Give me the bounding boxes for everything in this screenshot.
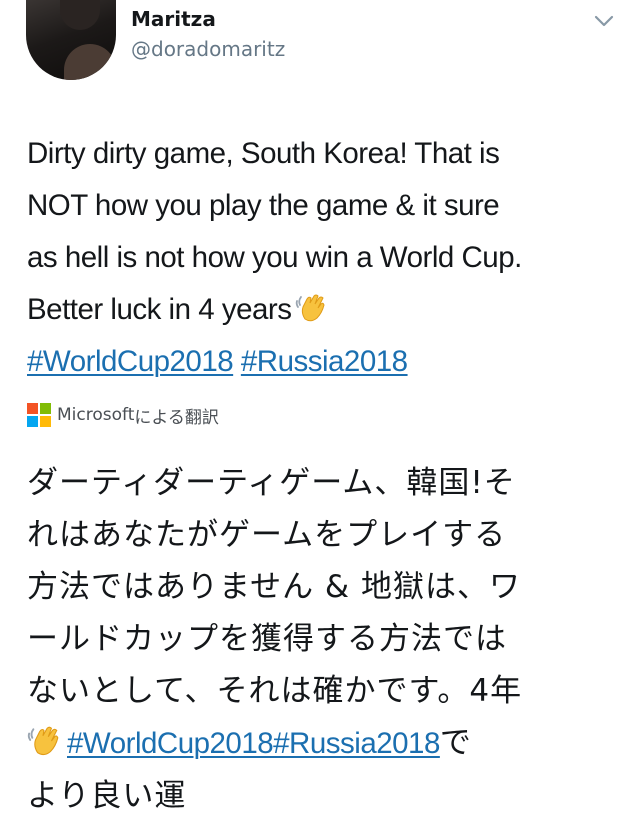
- translated-line: ダーティダーティゲーム、韓国!そ: [27, 465, 516, 501]
- translated-text: ダーティダーティゲーム、韓国!そ れはあなたがゲームをプレイする 方法ではありま…: [27, 457, 627, 822]
- tweet-line-with-emoji: Better luck in 4 years: [27, 284, 627, 336]
- hashtag-link[interactable]: #WorldCup2018#Russia2018: [67, 727, 440, 760]
- tweet-line: as hell is not how you win a World Cup.: [27, 241, 522, 274]
- translated-suffix: で: [439, 725, 472, 761]
- tweet-text: Dirty dirty game, South Korea! That is N…: [27, 128, 627, 388]
- translated-line: ないとして、それは確かです。4年: [27, 673, 523, 709]
- translated-line: より良い運: [27, 778, 187, 814]
- translated-line: ールドカップを獲得する方法では: [27, 621, 507, 657]
- microsoft-logo-icon: [27, 403, 51, 427]
- waving-hand-emoji: [27, 726, 59, 756]
- translated-hashtag-row: #WorldCup2018#Russia2018で: [27, 717, 627, 770]
- translated-line: 方法ではありません & 地獄は、ワ: [27, 569, 521, 605]
- hashtag-link[interactable]: #Russia2018: [241, 345, 408, 378]
- hashtag-link[interactable]: #WorldCup2018: [27, 345, 234, 378]
- tweet-line: NOT how you play the game & it sure: [27, 189, 500, 222]
- avatar[interactable]: [26, 0, 116, 80]
- user-handle[interactable]: @doradomaritz: [131, 36, 285, 62]
- translation-attribution[interactable]: Microsoft による翻訳: [27, 401, 219, 429]
- avatar-figure: [64, 44, 116, 80]
- translation-label-suffix: による翻訳: [134, 407, 219, 428]
- hashtag-row: #WorldCup2018 #Russia2018: [27, 336, 627, 388]
- waving-hand-emoji: [296, 294, 325, 322]
- display-name[interactable]: Maritza: [131, 6, 216, 32]
- tweet-line: Better luck in 4 years: [27, 293, 292, 326]
- avatar-hair: [60, 0, 100, 30]
- translation-provider: Microsoft: [57, 405, 135, 425]
- translated-line: れはあなたがゲームをプレイする: [27, 517, 507, 553]
- tweet-line: Dirty dirty game, South Korea! That is: [27, 137, 500, 170]
- chevron-down-icon[interactable]: [594, 14, 614, 28]
